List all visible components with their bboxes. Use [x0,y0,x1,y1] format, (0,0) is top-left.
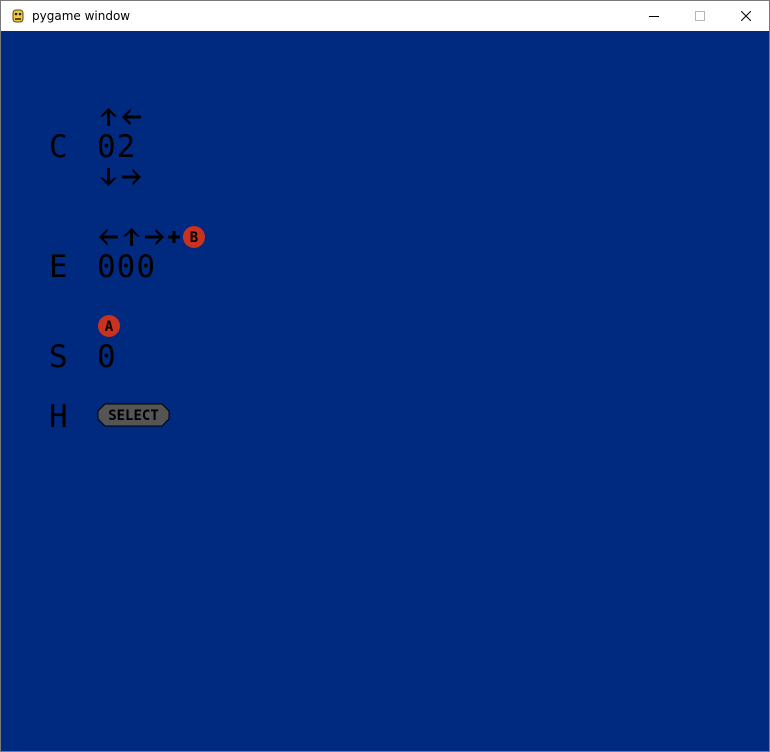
row-c-hint-above [97,105,143,129]
arrow-right-icon [122,168,141,186]
row-s-value: 0 [97,339,117,375]
row-s-letter: S [49,339,68,375]
game-canvas[interactable]: C 02 B E 000 A S 0 H SELECT [1,31,769,751]
row-e-value: 000 [97,249,156,285]
minimize-icon [649,16,659,17]
pygame-window: pygame window C 02 B E 000 A S 0 H SELEC… [0,0,770,752]
close-icon [741,11,751,21]
row-e-letter: E [49,249,68,285]
window-controls [631,1,769,31]
arrow-left-icon [122,108,141,126]
row-c-value: 02 [97,129,137,165]
svg-text:B: B [190,230,198,246]
title-bar[interactable]: pygame window [1,1,769,31]
minimize-button[interactable] [631,1,677,31]
pygame-snake-icon [12,9,24,23]
row-s-hint-above: A [97,314,121,338]
arrow-up-icon [123,228,140,246]
arrow-left-icon [99,228,118,246]
svg-text:SELECT: SELECT [108,408,159,424]
row-h-letter: H [49,399,68,435]
maximize-icon [695,11,705,21]
svg-text:A: A [105,319,114,335]
close-button[interactable] [723,1,769,31]
row-c-letter: C [49,129,68,165]
a-button-icon: A [98,315,120,337]
window-title: pygame window [32,9,131,23]
arrow-up-icon [100,108,117,126]
plus-icon [168,231,180,243]
b-button-icon: B [183,226,205,248]
select-button-icon: SELECT [97,403,170,427]
row-e-hint-above: B [97,225,206,249]
maximize-button[interactable] [677,1,723,31]
row-c-hint-below [97,165,143,189]
arrow-right-icon [145,228,164,246]
arrow-down-icon [100,168,117,186]
